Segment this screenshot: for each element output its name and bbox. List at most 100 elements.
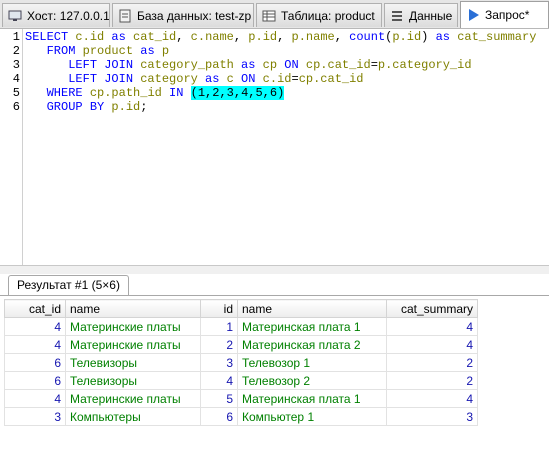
table-cell[interactable]: 2 <box>200 335 238 354</box>
sql-token: = <box>370 58 378 72</box>
sql-token: p.id <box>111 100 141 114</box>
sql-keyword: ON <box>233 72 263 86</box>
sql-token: p.id <box>392 30 422 44</box>
table-cell[interactable]: Материнские платы <box>65 335 201 354</box>
table-cell[interactable]: 4 <box>386 317 478 336</box>
table-cell[interactable]: Материнская плата 1 <box>237 389 387 408</box>
table-row[interactable]: 6 Телевизоры 3 Телевозор 12 <box>4 353 478 372</box>
code-line: SELECT c.id as cat_id, c.name, p.id, p.n… <box>25 30 536 44</box>
table-cell[interactable]: 4 <box>4 335 66 354</box>
table-cell[interactable]: Телевизоры <box>65 353 201 372</box>
table-cell[interactable]: Материнские платы <box>65 317 201 336</box>
table-cell[interactable]: Материнская плата 1 <box>237 317 387 336</box>
sql-keyword: GROUP BY <box>46 100 112 114</box>
table-row[interactable]: 4 Материнские платы 2 Материнская плата 24 <box>4 335 478 354</box>
sql-token: cp.cat_id <box>305 58 371 72</box>
table-cell[interactable]: Телевизоры <box>65 371 201 390</box>
data-grid-icon <box>389 8 405 24</box>
line-number: 4 <box>12 72 20 86</box>
tab-query-label: Запрос* <box>485 8 530 22</box>
column-header-category-name[interactable]: name <box>65 299 201 318</box>
column-header-cat-summary[interactable]: cat_summary <box>386 299 478 318</box>
tab-table[interactable]: Таблица: product <box>256 3 382 27</box>
sql-keyword: FROM <box>46 44 83 58</box>
tab-query[interactable]: Запрос* <box>460 1 549 28</box>
line-number: 3 <box>12 58 20 72</box>
table-row[interactable]: 6 Телевизоры 4 Телевозор 22 <box>4 371 478 390</box>
table-cell[interactable]: 3 <box>386 407 478 426</box>
table-row[interactable]: 4 Материнские платы 1 Материнская плата 14 <box>4 317 478 336</box>
table-cell[interactable]: 6 <box>4 353 66 372</box>
table-cell[interactable]: 1 <box>200 317 238 336</box>
grid-header-row: cat_id name id name cat_summary <box>4 299 478 318</box>
sql-token: cat_summary <box>457 30 537 44</box>
table-cell[interactable]: Компьютеры <box>65 407 201 426</box>
tab-data[interactable]: Данные <box>384 3 458 27</box>
table-cell[interactable]: 4 <box>4 389 66 408</box>
table-cell[interactable]: 6 <box>200 407 238 426</box>
tab-host-label: Хост: 127.0.0.1 <box>27 8 110 23</box>
line-number: 5 <box>12 86 20 100</box>
table-cell[interactable]: 3 <box>200 353 238 372</box>
sql-keyword: as <box>197 72 227 86</box>
line-number-gutter: 1 2 3 4 5 6 <box>0 29 23 265</box>
column-header-cat-id[interactable]: cat_id <box>4 299 66 318</box>
sql-token: product <box>82 44 134 58</box>
sql-token: c.id <box>262 72 292 86</box>
table-cell[interactable]: 4 <box>386 389 478 408</box>
host-icon <box>7 8 23 24</box>
tab-database[interactable]: База данных: test-zp <box>112 3 254 27</box>
column-header-product-name[interactable]: name <box>237 299 387 318</box>
table-icon <box>261 8 277 24</box>
sql-token: c.name <box>190 30 234 44</box>
sql-keyword: IN <box>161 86 191 100</box>
sql-token: p.category_id <box>377 58 472 72</box>
result-panel: cat_id name id name cat_summary 4 Материн… <box>0 295 549 461</box>
sql-token: c.id <box>75 30 105 44</box>
sql-keyword: ON <box>277 58 306 72</box>
result-grid: cat_id name id name cat_summary 4 Материн… <box>4 299 478 426</box>
sql-token: , <box>277 30 292 44</box>
table-cell[interactable]: 2 <box>386 353 478 372</box>
table-cell[interactable]: 5 <box>200 389 238 408</box>
sql-editor[interactable]: 1 2 3 4 5 6 SELECT c.id as cat_id, c.nam… <box>0 29 549 265</box>
table-cell[interactable]: 4 <box>386 335 478 354</box>
sql-token: , <box>233 30 249 44</box>
table-cell[interactable]: Материнская плата 2 <box>237 335 387 354</box>
table-cell[interactable]: Телевозор 2 <box>237 371 387 390</box>
line-number: 1 <box>12 30 20 44</box>
table-cell[interactable]: 4 <box>200 371 238 390</box>
tab-data-label: Данные <box>409 8 453 23</box>
tab-table-label: Таблица: product <box>281 8 375 23</box>
table-cell[interactable]: 2 <box>386 371 478 390</box>
table-row[interactable]: 4 Материнские платы 5 Материнская плата 14 <box>4 389 478 408</box>
table-cell[interactable]: 3 <box>4 407 66 426</box>
code-line: FROM product as p <box>25 44 169 58</box>
sql-keyword: as <box>133 44 162 58</box>
play-icon <box>465 7 481 23</box>
sql-token: category <box>140 72 198 86</box>
table-row[interactable]: 3 Компьютеры 6 Компьютер 13 <box>4 407 478 426</box>
result-tab[interactable]: Результат #1 (5×6) <box>8 275 129 295</box>
table-cell[interactable]: Компьютер 1 <box>237 407 387 426</box>
sql-token: , <box>334 30 350 44</box>
sql-token: p.name <box>291 30 335 44</box>
bracket-highlight: (1,2,3,4,5,6) <box>190 86 285 100</box>
sql-token: cp.cat_id <box>298 72 364 86</box>
code-line: GROUP BY p.id; <box>25 100 148 114</box>
table-cell[interactable]: Материнские платы <box>65 389 201 408</box>
sql-token: ; <box>140 100 148 114</box>
database-icon <box>117 8 133 24</box>
sql-token: cp <box>262 58 278 72</box>
column-header-id[interactable]: id <box>200 299 238 318</box>
table-cell[interactable]: Телевозор 1 <box>237 353 387 372</box>
table-cell[interactable]: 6 <box>4 371 66 390</box>
tab-host[interactable]: Хост: 127.0.0.1 <box>2 3 110 27</box>
sql-keyword: as <box>435 30 458 44</box>
table-cell[interactable]: 4 <box>4 317 66 336</box>
sql-keyword: WHERE <box>46 86 90 100</box>
panel-splitter[interactable] <box>0 265 549 274</box>
sql-keyword: SELECT <box>25 30 76 44</box>
